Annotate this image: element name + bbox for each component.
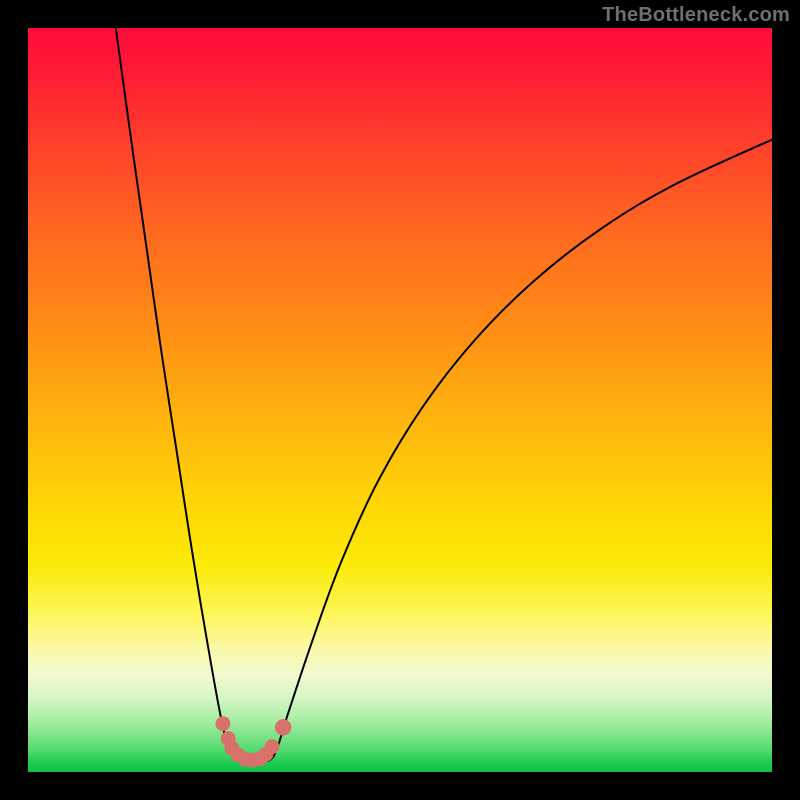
valley-marker <box>265 739 280 754</box>
watermark-text: TheBottleneck.com <box>602 4 790 27</box>
valley-marker <box>275 719 291 735</box>
plot-area <box>28 28 772 772</box>
valley-marker <box>215 716 230 731</box>
curve-layer <box>28 28 772 772</box>
bottleneck-curve <box>116 28 772 762</box>
outer-frame: TheBottleneck.com <box>0 0 800 800</box>
